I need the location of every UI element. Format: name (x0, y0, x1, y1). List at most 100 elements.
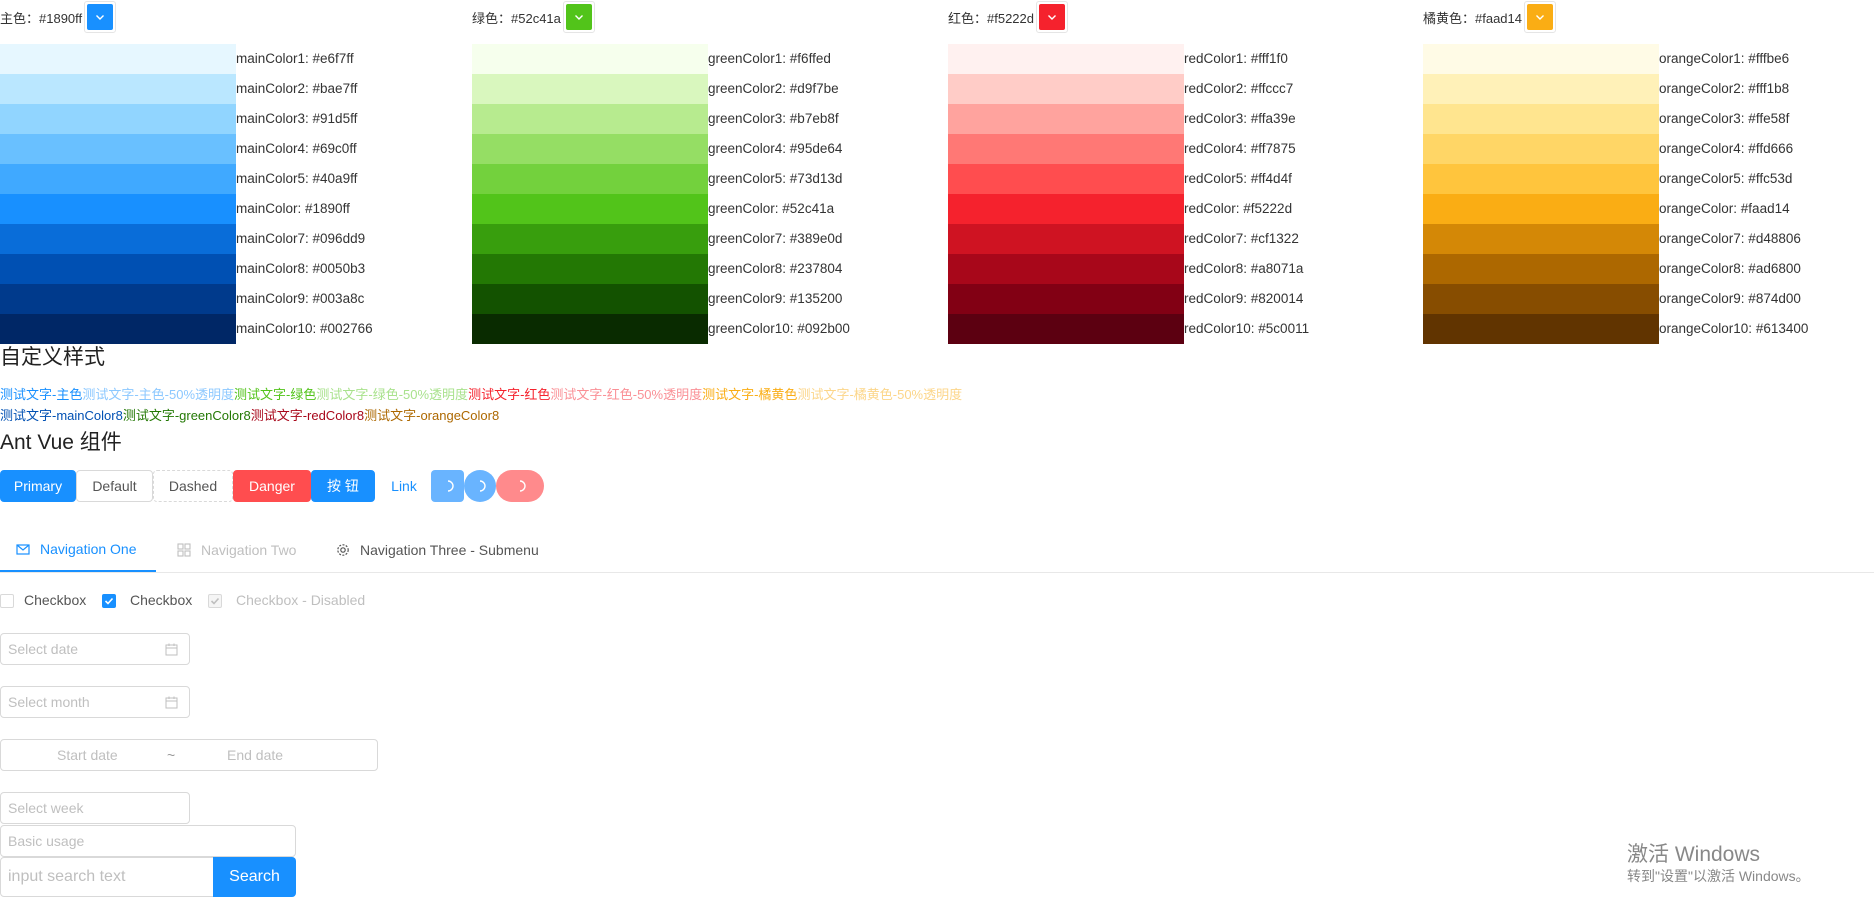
palette-header: 橘黄色：#faad14 (1423, 0, 1556, 34)
swatch-row: mainColor: #1890ff (0, 194, 470, 224)
loading-round-danger-button[interactable] (496, 470, 544, 502)
swatch-row: mainColor7: #096dd9 (0, 224, 470, 254)
custom-text-segment: 测试文字-绿色-50%透明度 (316, 387, 469, 402)
default-button[interactable]: Default (76, 470, 153, 502)
swatch-label: orangeColor: #faad14 (1659, 201, 1790, 216)
swatch-color-bar (472, 314, 708, 344)
swatch-row: mainColor9: #003a8c (0, 284, 470, 314)
color-picker-button[interactable] (1036, 1, 1068, 33)
checkbox-unchecked[interactable] (0, 594, 14, 608)
range-picker[interactable]: Start date ~ End date (0, 739, 378, 771)
menu-item-navigation-one[interactable]: Navigation One (0, 528, 156, 572)
custom-text-segment: 测试文字-mainColor8 (0, 408, 123, 423)
loading-square-button[interactable] (431, 470, 464, 502)
chinese-button[interactable]: 按 钮 (311, 470, 375, 502)
primary-button[interactable]: Primary (0, 470, 76, 502)
swatch-color-bar (948, 314, 1184, 344)
week-picker[interactable]: Select week (0, 792, 190, 824)
swatch-label: orangeColor2: #fff1b8 (1659, 81, 1790, 96)
swatch-row: orangeColor3: #ffe58f (1423, 104, 1874, 134)
swatch-color-bar (0, 284, 236, 314)
swatch-color-bar (472, 284, 708, 314)
color-picker-swatch (1039, 4, 1065, 30)
chevron-down-icon (1048, 15, 1056, 20)
basic-input[interactable]: Basic usage (0, 825, 296, 857)
windows-activation-subtitle: 转到"设置"以激活 Windows。 (1627, 868, 1810, 884)
swatch-color-bar (948, 44, 1184, 74)
swatch-label: mainColor1: #e6f7ff (236, 51, 354, 66)
swatch-label: greenColor1: #f6ffed (708, 51, 831, 66)
swatch-label: mainColor: #1890ff (236, 201, 350, 216)
swatch-row: orangeColor: #faad14 (1423, 194, 1874, 224)
swatch-label: greenColor2: #d9f7be (708, 81, 839, 96)
appstore-icon (177, 543, 191, 557)
swatch-label: mainColor8: #0050b3 (236, 261, 366, 276)
swatch-row: mainColor5: #40a9ff (0, 164, 470, 194)
swatch-row: orangeColor1: #fffbe6 (1423, 44, 1874, 74)
swatch-color-bar (472, 134, 708, 164)
date-picker[interactable]: Select date (0, 633, 190, 665)
swatch-color-bar (0, 224, 236, 254)
color-picker-swatch (87, 4, 114, 30)
menu-item-navigation-two[interactable]: Navigation Two (177, 528, 296, 572)
swatch-row: redColor3: #ffa39e (948, 104, 1418, 134)
swatch-label: orangeColor4: #ffd666 (1659, 141, 1794, 156)
swatch-label: redColor9: #820014 (1184, 291, 1304, 306)
custom-text-segment: 测试文字-红色-50%透明度 (550, 387, 703, 402)
custom-text-segment: 测试文字-orangeColor8 (364, 408, 500, 423)
dashed-button[interactable]: Dashed (153, 470, 233, 502)
swatch-label: mainColor5: #40a9ff (236, 171, 358, 186)
windows-activation-title: 激活 Windows (1627, 843, 1761, 866)
month-picker[interactable]: Select month (0, 686, 190, 718)
swatch-label: redColor5: #ff4d4f (1184, 171, 1292, 186)
palette-header-label: 橘黄色：#faad14 (1423, 10, 1522, 26)
swatch-label: mainColor4: #69c0ff (236, 141, 357, 156)
swatch-color-bar (0, 164, 236, 194)
swatch-row: mainColor10: #002766 (0, 314, 470, 344)
swatch-color-bar (472, 254, 708, 284)
checkbox-checked[interactable] (102, 594, 116, 608)
search-button[interactable]: Search (213, 857, 296, 897)
color-picker-button[interactable] (84, 1, 117, 33)
swatch-color-bar (948, 74, 1184, 104)
swatch-color-bar (0, 44, 236, 74)
palette-header-label: 红色：#f5222d (948, 10, 1034, 26)
swatch-row: mainColor2: #bae7ff (0, 74, 470, 104)
swatch-color-bar (1423, 134, 1659, 164)
swatch-row: mainColor3: #91d5ff (0, 104, 470, 134)
swatch-label: orangeColor5: #ffc53d (1659, 171, 1793, 186)
danger-button[interactable]: Danger (233, 470, 311, 502)
swatch-list: mainColor1: #e6f7ff mainColor2: #bae7ff ma… (0, 44, 470, 344)
loading-icon (519, 480, 526, 492)
link-button[interactable]: Link (380, 470, 428, 502)
date-picker-placeholder: Select date (8, 641, 79, 657)
swatch-color-bar (472, 164, 708, 194)
swatch-row: greenColor2: #d9f7be (472, 74, 942, 104)
swatch-list: redColor1: #fff1f0 redColor2: #ffccc7 redC… (948, 44, 1418, 344)
swatch-label: orangeColor1: #fffbe6 (1659, 51, 1790, 66)
swatch-color-bar (948, 104, 1184, 134)
swatch-color-bar (472, 224, 708, 254)
loading-circle-button[interactable] (464, 470, 496, 502)
color-picker-button[interactable] (1524, 1, 1556, 33)
checkbox-label: Checkbox (130, 592, 193, 608)
swatch-color-bar (948, 164, 1184, 194)
month-picker-placeholder: Select month (8, 694, 90, 710)
chevron-down-icon (1536, 15, 1544, 20)
swatch-label: redColor1: #fff1f0 (1184, 51, 1288, 66)
menu-item-navigation-three[interactable]: Navigation Three - Submenu (336, 528, 539, 572)
custom-text-line-2: 测试文字-mainColor8测试文字-greenColor8测试文字-redC… (0, 408, 499, 424)
calendar-icon (165, 643, 178, 656)
swatch-row: redColor: #f5222d (948, 194, 1418, 224)
swatch-row: orangeColor9: #874d00 (1423, 284, 1874, 314)
swatch-color-bar (948, 284, 1184, 314)
color-picker-swatch (1527, 4, 1553, 30)
swatch-row: greenColor4: #95de64 (472, 134, 942, 164)
swatch-color-bar (1423, 314, 1659, 344)
swatch-label: mainColor10: #002766 (236, 321, 373, 336)
swatch-color-bar (0, 314, 236, 344)
search-input[interactable]: input search text (0, 857, 214, 897)
custom-text-segment: 测试文字-redColor8 (250, 408, 365, 423)
color-picker-button[interactable] (562, 1, 595, 33)
custom-text-segment: 测试文字-橘黄色 (702, 387, 798, 402)
